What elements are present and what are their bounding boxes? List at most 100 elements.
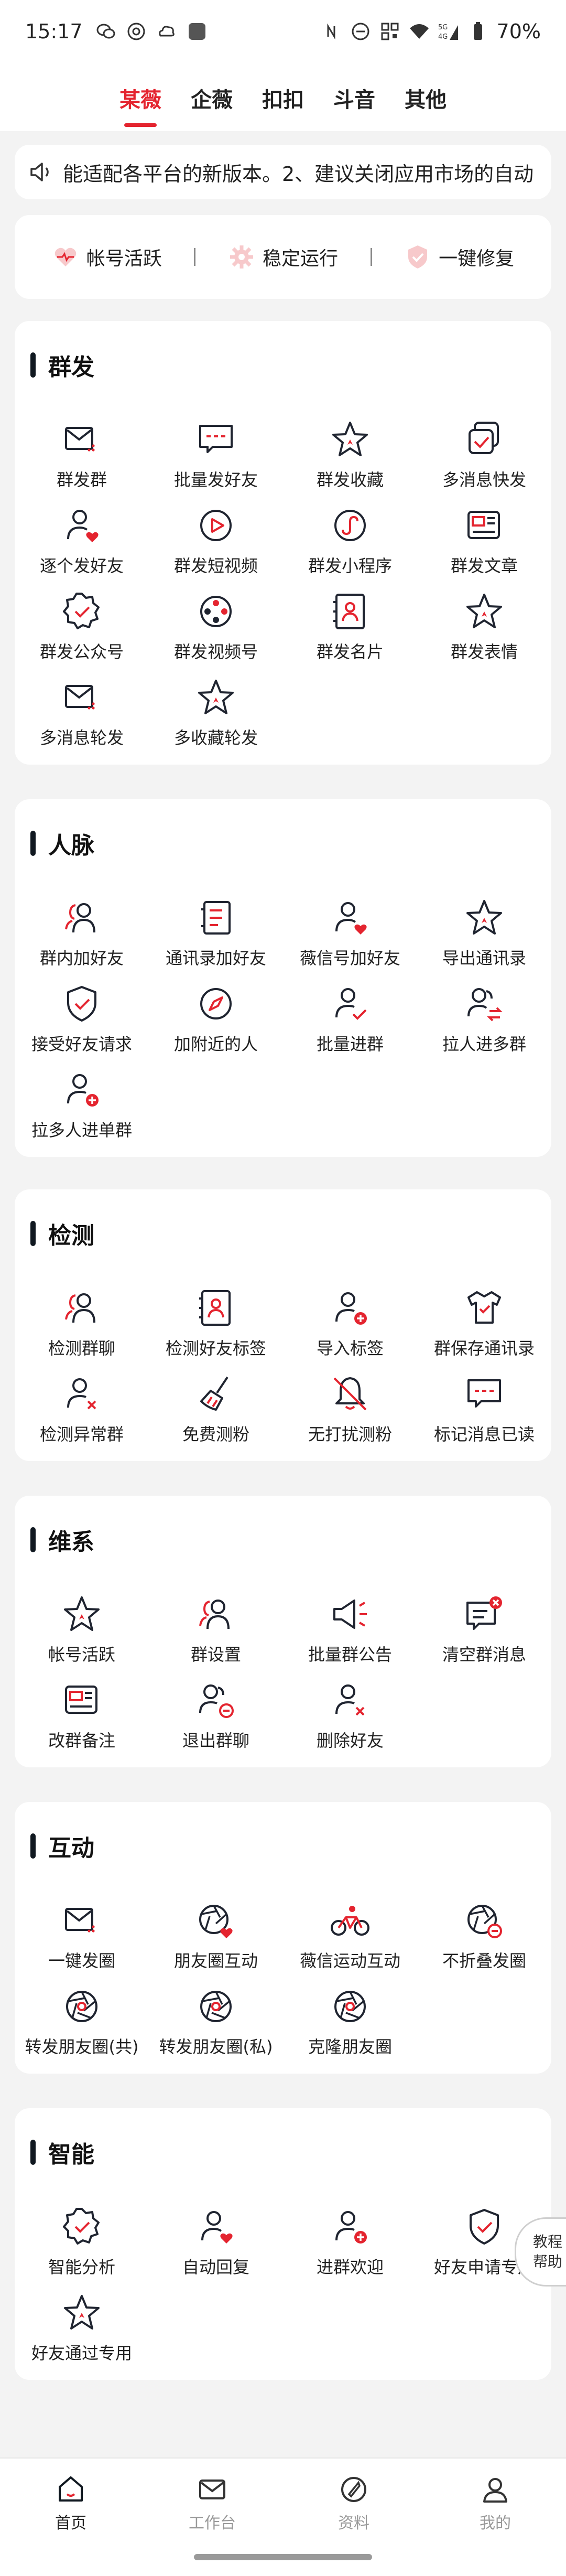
feature-item[interactable]: 一键发圈 bbox=[15, 1896, 149, 1982]
aperture-minus-icon bbox=[467, 1905, 502, 1938]
feature-label: 群发群 bbox=[56, 470, 107, 490]
home-indicator[interactable] bbox=[194, 2554, 372, 2560]
feature-item[interactable]: 清空群消息 bbox=[417, 1590, 551, 1676]
shirt-icon bbox=[467, 1291, 501, 1324]
feature-label: 朋友圈互动 bbox=[173, 1951, 258, 1971]
tab-douyin[interactable]: 斗音 bbox=[319, 63, 390, 131]
feature-label: 转发朋友圈(共) bbox=[25, 2037, 139, 2057]
feature-item[interactable]: 群发文章 bbox=[417, 501, 551, 587]
feature-item[interactable]: 批量群公告 bbox=[283, 1590, 417, 1676]
feature-item[interactable]: 检测群聊 bbox=[15, 1284, 149, 1370]
feature-label: 接受好友请求 bbox=[31, 1034, 132, 1054]
feature-item[interactable]: 多消息快发 bbox=[417, 415, 551, 501]
strip-account-active[interactable]: 帐号活跃 bbox=[52, 243, 162, 271]
feature-item[interactable]: 导出通讯录 bbox=[417, 894, 551, 980]
feature-item[interactable]: 群发收藏 bbox=[283, 415, 417, 501]
feature-item[interactable]: 智能分析 bbox=[15, 2203, 149, 2289]
feature-item[interactable]: 批量发好友 bbox=[149, 415, 283, 501]
shield-check-icon bbox=[408, 245, 428, 269]
feature-item[interactable]: 群发短视频 bbox=[149, 501, 283, 587]
feature-item[interactable]: 多收藏轮发 bbox=[149, 673, 283, 759]
feature-item[interactable]: 群内加好友 bbox=[15, 894, 149, 980]
feature-item[interactable]: 免费测粉 bbox=[149, 1370, 283, 1456]
feature-item[interactable]: 不折叠发圈 bbox=[417, 1896, 551, 1982]
strip-stable-running[interactable]: 稳定运行 bbox=[228, 243, 338, 271]
feature-item[interactable]: 薇信运动互动 bbox=[283, 1896, 417, 1982]
feature-item[interactable]: 拉多人进单群 bbox=[15, 1066, 149, 1152]
envelope-icon bbox=[65, 1908, 95, 1933]
feature-item[interactable]: 标记消息已读 bbox=[417, 1370, 551, 1456]
feature-item[interactable]: 无打扰测粉 bbox=[283, 1370, 417, 1456]
contact-card-icon bbox=[199, 1290, 231, 1326]
nav-label: 资料 bbox=[338, 2514, 369, 2532]
nav-label: 工作台 bbox=[189, 2514, 236, 2532]
notice-text: 能适配各平台的新版本。2、建议关闭应用市场的自动 bbox=[63, 162, 534, 186]
feature-item[interactable]: 批量进群 bbox=[283, 980, 417, 1066]
nav-mine[interactable]: 我的 bbox=[424, 2459, 566, 2576]
mini-program-icon bbox=[334, 510, 366, 541]
feature-item[interactable]: 克隆朋友圈 bbox=[283, 1982, 417, 2068]
tab-other[interactable]: 其他 bbox=[390, 63, 461, 131]
feature-item[interactable]: 群发表情 bbox=[417, 587, 551, 673]
feature-item[interactable]: 转发朋友圈(共) bbox=[15, 1982, 149, 2068]
tab-qiwei[interactable]: 企薇 bbox=[176, 63, 247, 131]
feature-item[interactable]: 导入标签 bbox=[283, 1284, 417, 1370]
feature-grid: 检测群聊 检测好友标签 导入标签 群保存通讯录检测异常群 免费测粉 无打扰测粉 标记消息已读 bbox=[15, 1284, 551, 1456]
feature-label: 检测群聊 bbox=[48, 1338, 115, 1358]
nav-home[interactable]: 首页 bbox=[0, 2459, 142, 2576]
feature-label: 通讯录加好友 bbox=[165, 948, 266, 968]
feature-item[interactable]: 自动回复 bbox=[149, 2203, 283, 2289]
feature-item[interactable]: 加附近的人 bbox=[149, 980, 283, 1066]
tab-mouwei[interactable]: 某薇 bbox=[105, 63, 176, 131]
tab-koukou[interactable]: 扣扣 bbox=[247, 63, 319, 131]
feature-item[interactable]: 逐个发好友 bbox=[15, 501, 149, 587]
section-title: 互动 bbox=[30, 1829, 94, 1863]
feature-label: 清空群消息 bbox=[442, 1645, 526, 1665]
feature-item[interactable]: 删除好友 bbox=[283, 1676, 417, 1762]
feature-label: 群发公众号 bbox=[39, 642, 124, 662]
feature-item[interactable]: 朋友圈互动 bbox=[149, 1896, 283, 1982]
tutorial-help-button[interactable]: 教程 帮助 bbox=[515, 2217, 566, 2287]
envelope-icon bbox=[65, 685, 95, 710]
users-icon bbox=[65, 903, 95, 933]
feature-item[interactable]: 群发公众号 bbox=[15, 587, 149, 673]
strip-one-click-fix[interactable]: 一键修复 bbox=[404, 243, 514, 271]
nfc-icon bbox=[327, 23, 335, 40]
feature-item[interactable]: 检测好友标签 bbox=[149, 1284, 283, 1370]
feature-item[interactable]: 群保存通讯录 bbox=[417, 1284, 551, 1370]
feature-item[interactable]: 群发名片 bbox=[283, 587, 417, 673]
feature-item[interactable]: 转发朋友圈(私) bbox=[149, 1982, 283, 2068]
feature-item[interactable]: 检测异常群 bbox=[15, 1370, 149, 1456]
feature-label: 薇信号加好友 bbox=[299, 948, 400, 968]
strip-label: 稳定运行 bbox=[262, 248, 338, 270]
feature-item[interactable]: 改群备注 bbox=[15, 1676, 149, 1762]
feature-item[interactable]: 好友通过专用 bbox=[15, 2289, 149, 2375]
feature-label: 群保存通讯录 bbox=[433, 1338, 535, 1358]
article-icon bbox=[65, 1686, 97, 1714]
feature-item[interactable]: 群发小程序 bbox=[283, 501, 417, 587]
gear-icon bbox=[230, 245, 253, 269]
feature-item[interactable]: 通讯录加好友 bbox=[149, 894, 283, 980]
feature-item[interactable]: 群发群 bbox=[15, 415, 149, 501]
mail-icon bbox=[199, 2480, 225, 2499]
feature-item[interactable]: 帐号活跃 bbox=[15, 1590, 149, 1676]
feature-label: 免费测粉 bbox=[182, 1424, 249, 1444]
feature-item[interactable]: 拉人进多群 bbox=[417, 980, 551, 1066]
compass-icon bbox=[200, 988, 232, 1019]
feature-grid: 群内加好友 通讯录加好友 薇信号加好友 导出通讯录接受好友请求 加附近的人 批量进群 拉人进… bbox=[15, 894, 551, 1152]
feature-item[interactable]: 薇信号加好友 bbox=[283, 894, 417, 980]
user-check-icon bbox=[335, 988, 367, 1020]
feature-item[interactable]: 群发视频号 bbox=[149, 587, 283, 673]
feature-item[interactable]: 接受好友请求 bbox=[15, 980, 149, 1066]
feature-item[interactable]: 群设置 bbox=[149, 1590, 283, 1676]
user-heart-icon bbox=[67, 510, 99, 542]
feature-label: 群发视频号 bbox=[173, 642, 258, 662]
reel-icon bbox=[200, 596, 232, 627]
feature-item[interactable]: 退出群聊 bbox=[149, 1676, 283, 1762]
feature-item[interactable]: 多消息轮发 bbox=[15, 673, 149, 759]
notice-marquee[interactable]: 能适配各平台的新版本。2、建议关闭应用市场的自动 bbox=[15, 145, 551, 199]
star-icon bbox=[332, 422, 368, 456]
feature-item[interactable]: 进群欢迎 bbox=[283, 2203, 417, 2289]
feature-label: 群发文章 bbox=[450, 556, 518, 576]
section-contacts: 人脉 群内加好友 通讯录加好友 薇信号加好友 导出通讯录 接受好友请求 加附近的人 批量进群… bbox=[15, 799, 551, 1157]
